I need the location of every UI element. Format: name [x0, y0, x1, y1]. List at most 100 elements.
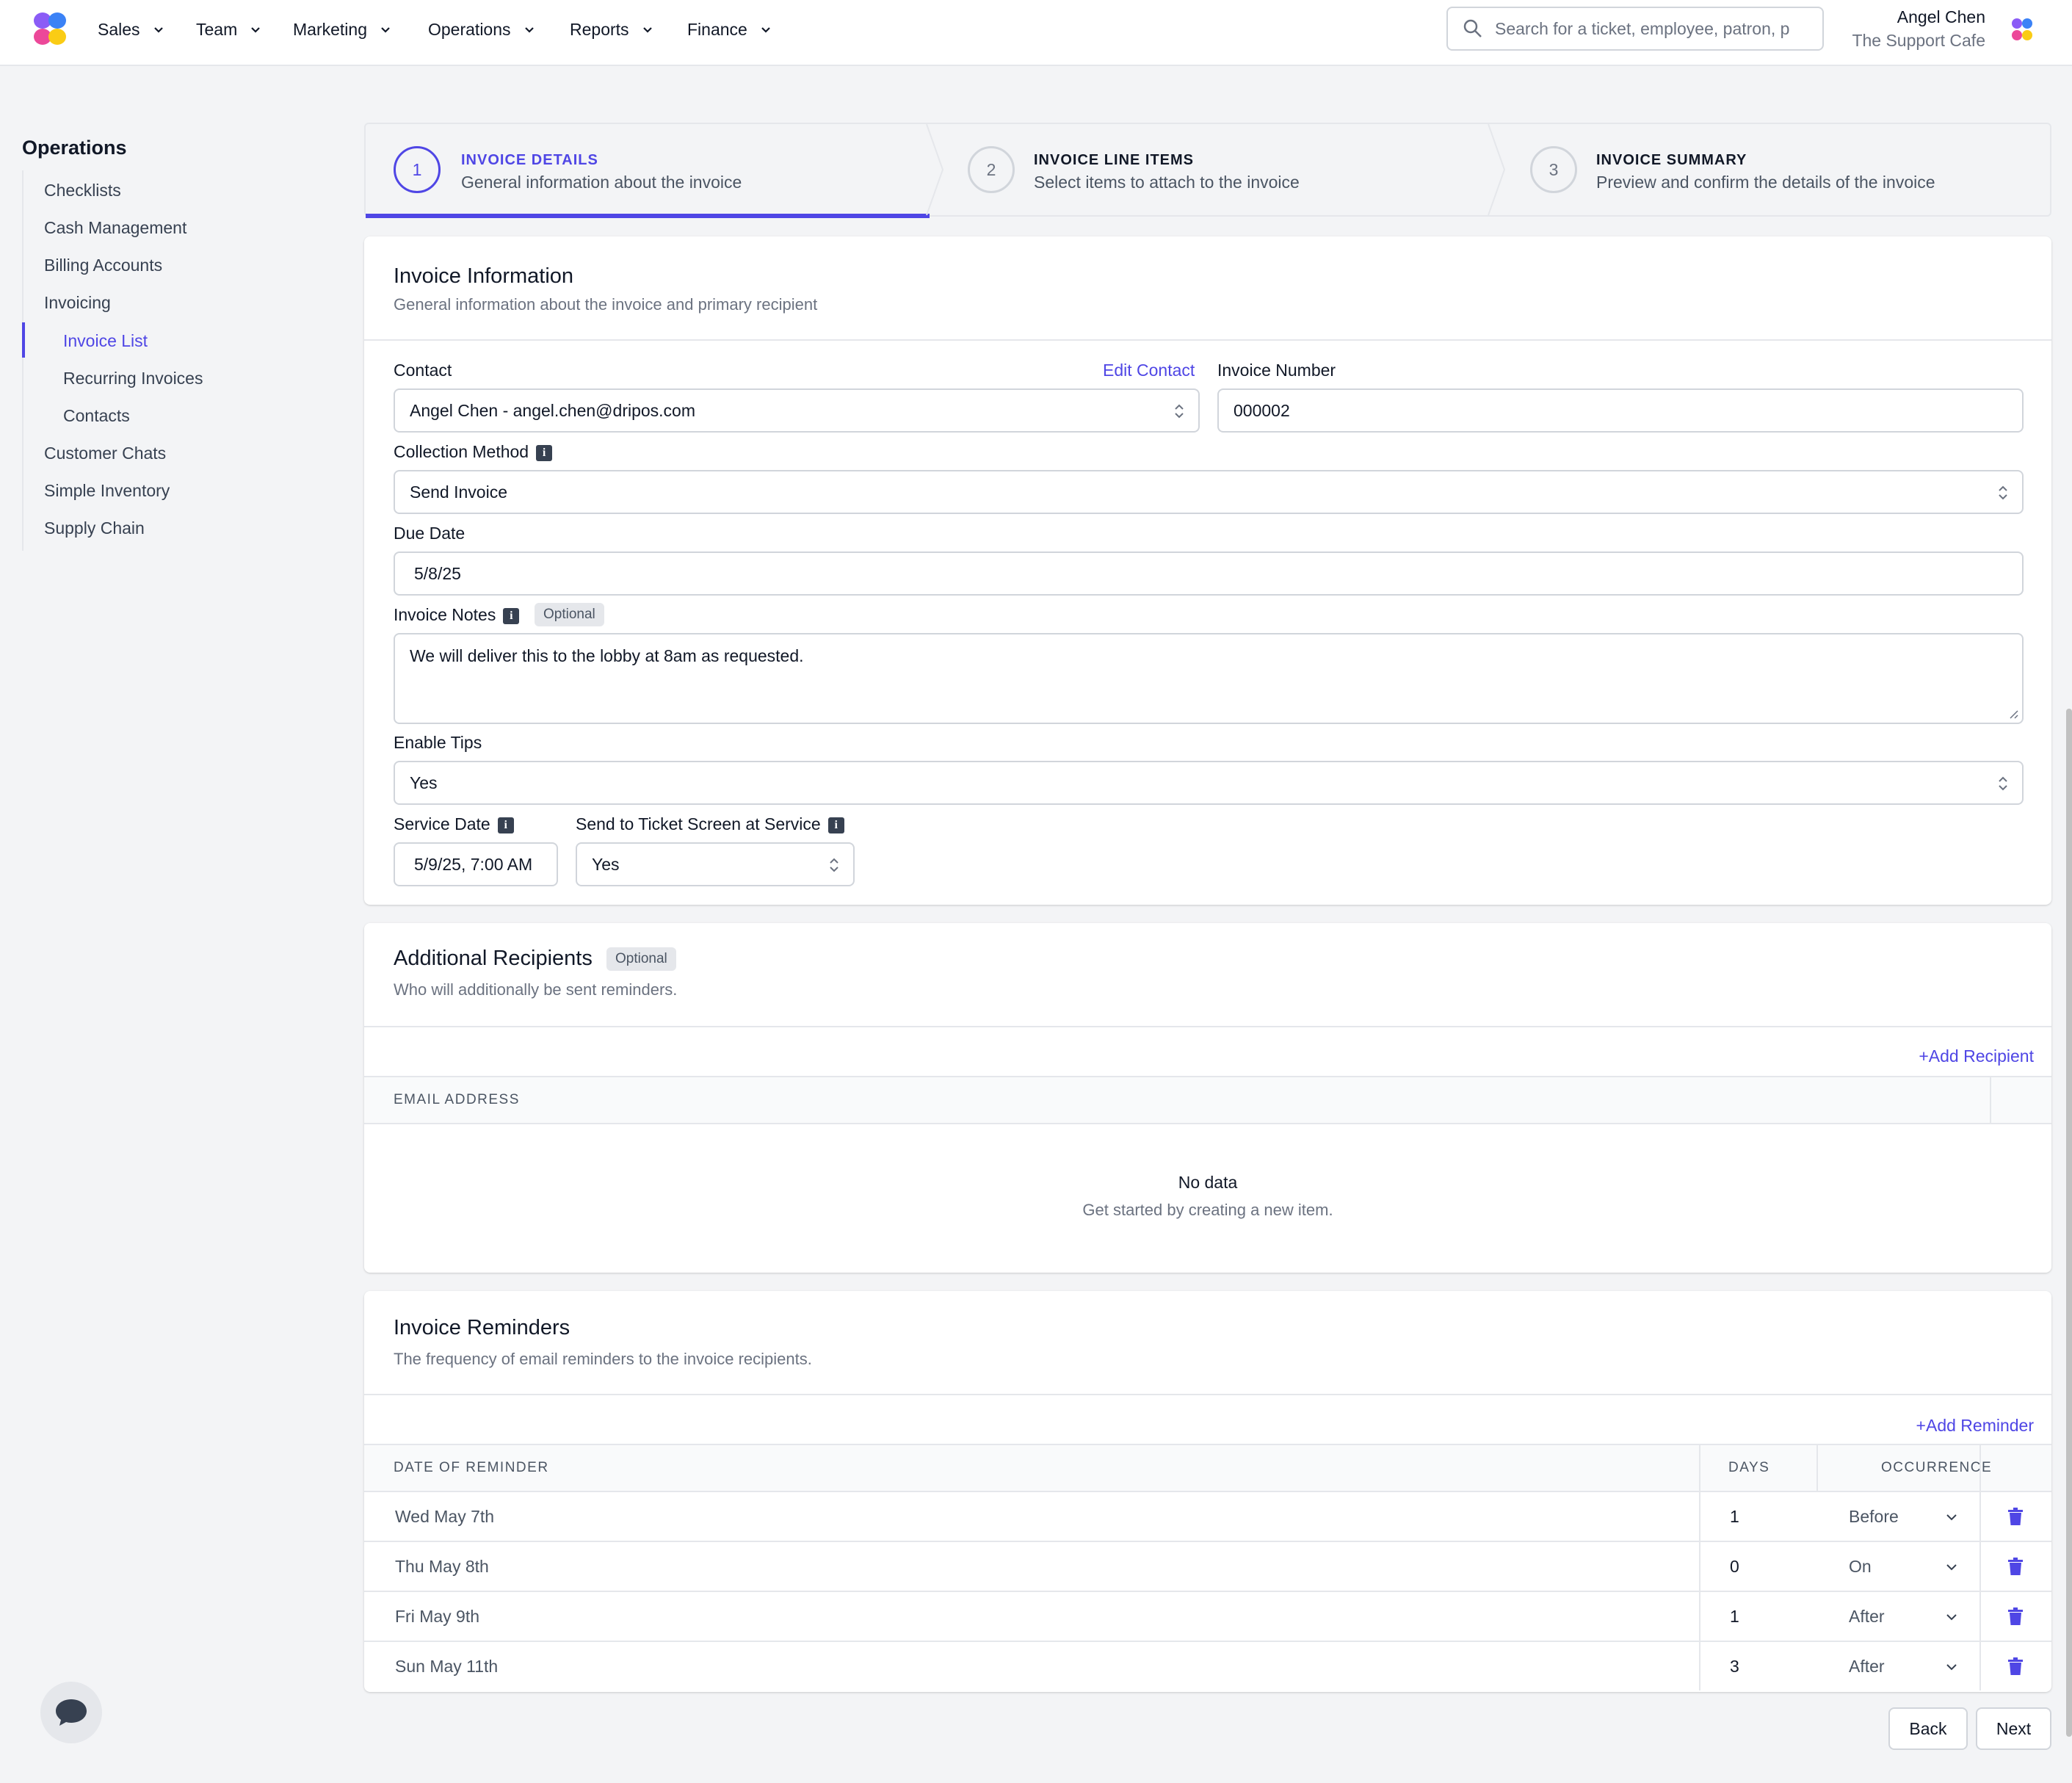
sidebar-item-recurring-invoices[interactable]: Recurring Invoices	[63, 369, 203, 388]
user-organization[interactable]: The Support Cafe	[1852, 31, 1985, 51]
invoice-notes-label-text: Invoice Notes	[394, 605, 496, 624]
service-date-value: 5/9/25, 7:00 AM	[414, 854, 533, 874]
reminder-occurrence-select[interactable]: After	[1849, 1607, 1885, 1627]
sidebar-item-invoicing[interactable]: Invoicing	[44, 293, 111, 313]
info-icon[interactable]: i	[503, 608, 520, 624]
organization-logo-icon[interactable]	[2009, 16, 2035, 43]
step-invoice-line-items[interactable]: 2 INVOICE LINE ITEMS Select items to att…	[930, 124, 1492, 215]
ticket-screen-value: Yes	[592, 854, 620, 874]
table-row: Sun May 11th 3 After	[364, 1642, 2051, 1692]
reminder-days-input[interactable]: 1	[1730, 1507, 1739, 1527]
nav-finance[interactable]: Finance	[687, 0, 772, 59]
enable-tips-value: Yes	[410, 773, 438, 792]
sidebar-item-simple-inventory[interactable]: Simple Inventory	[44, 481, 170, 501]
ticket-screen-select[interactable]: Yes	[576, 842, 855, 886]
contact-select-value: Angel Chen - angel.chen@dripos.com	[410, 400, 696, 420]
card-subtitle: The frequency of email reminders to the …	[394, 1350, 812, 1368]
step-title: INVOICE SUMMARY	[1596, 152, 1747, 168]
column-occurrence[interactable]: OCCURRENCE	[1881, 1460, 1992, 1476]
sidebar-item-checklists[interactable]: Checklists	[44, 181, 121, 200]
collection-method-label: Collection Method i	[394, 442, 553, 462]
nav-team[interactable]: Team	[196, 0, 262, 59]
back-button[interactable]: Back	[1888, 1707, 1968, 1750]
reminder-days-input[interactable]: 3	[1730, 1657, 1739, 1677]
invoice-number-label: Invoice Number	[1217, 361, 1336, 380]
contact-select[interactable]: Angel Chen - angel.chen@dripos.com	[394, 388, 1200, 433]
nav-team-label: Team	[196, 19, 238, 39]
resize-grip-icon[interactable]	[2007, 708, 2019, 720]
card-title: Additional Recipients	[394, 947, 593, 970]
table-row: Thu May 8th 0 On	[364, 1542, 2051, 1592]
collection-method-label-text: Collection Method	[394, 442, 529, 461]
edit-contact-link[interactable]: Edit Contact	[1103, 361, 1195, 380]
updown-icon	[830, 858, 838, 872]
nav-finance-label: Finance	[687, 19, 747, 39]
nav-reports-label: Reports	[570, 19, 629, 39]
reminder-days-input[interactable]: 0	[1730, 1557, 1739, 1577]
sidebar-item-invoice-list[interactable]: Invoice List	[63, 331, 148, 351]
chevron-down-icon	[761, 27, 770, 33]
sidebar-item-contacts[interactable]: Contacts	[63, 406, 130, 426]
due-date-value: 5/8/25	[414, 563, 461, 583]
column-date-of-reminder[interactable]: DATE OF REMINDER	[394, 1460, 549, 1476]
due-date-label: Due Date	[394, 524, 466, 543]
add-reminder-button[interactable]: +Add Reminder	[1916, 1416, 2034, 1436]
invoice-number-field[interactable]: 000002	[1217, 388, 2024, 433]
reminder-occurrence-select[interactable]: After	[1849, 1657, 1885, 1677]
nav-operations[interactable]: Operations	[428, 0, 536, 59]
sidebar-item-customer-chats[interactable]: Customer Chats	[44, 444, 166, 463]
chevron-down-icon	[153, 27, 163, 33]
trash-icon[interactable]	[2007, 1657, 2024, 1675]
chevron-down-icon	[1946, 1514, 1957, 1521]
step-number: 2	[968, 146, 1015, 193]
global-search[interactable]	[1446, 7, 1824, 51]
chat-launcher-button[interactable]	[40, 1682, 102, 1743]
reminder-days-input[interactable]: 1	[1730, 1607, 1739, 1627]
column-divider	[1699, 1492, 1700, 1541]
optional-badge: Optional	[606, 947, 676, 971]
nav-operations-label: Operations	[428, 19, 511, 39]
info-icon[interactable]: i	[536, 445, 553, 461]
info-icon[interactable]: i	[497, 817, 514, 833]
divider	[364, 339, 2051, 341]
invoice-notes-textarea[interactable]: We will deliver this to the lobby at 8am…	[394, 633, 2024, 724]
reminder-occurrence-select[interactable]: Before	[1849, 1507, 1899, 1527]
step-invoice-details[interactable]: 1 INVOICE DETAILS General information ab…	[366, 124, 930, 218]
info-icon[interactable]: i	[827, 817, 844, 833]
trash-icon[interactable]	[2007, 1508, 2024, 1525]
card-subtitle: Who will additionally be sent reminders.	[394, 980, 678, 999]
sidebar-item-supply-chain[interactable]: Supply Chain	[44, 518, 145, 538]
enable-tips-select[interactable]: Yes	[394, 761, 2024, 805]
nav-marketing-label: Marketing	[293, 19, 367, 39]
sidebar-menu: Checklists Cash Management Billing Accou…	[22, 170, 316, 551]
chevron-down-icon	[642, 27, 652, 33]
card-subtitle: General information about the invoice an…	[394, 295, 818, 314]
search-input[interactable]	[1495, 18, 1818, 39]
divider	[364, 1394, 2051, 1395]
step-number: 3	[1530, 146, 1577, 193]
step-invoice-summary[interactable]: 3 INVOICE SUMMARY Preview and confirm th…	[1492, 124, 2050, 215]
sidebar-item-billing-accounts[interactable]: Billing Accounts	[44, 256, 162, 275]
trash-icon[interactable]	[2007, 1558, 2024, 1575]
chevron-down-icon	[1946, 1614, 1957, 1621]
chevron-down-icon	[1946, 1564, 1957, 1571]
service-date-field[interactable]: 5/9/25, 7:00 AM	[394, 842, 558, 886]
column-email-address[interactable]: EMAIL ADDRESS	[394, 1092, 520, 1108]
collection-method-select[interactable]: Send Invoice	[394, 470, 2024, 514]
trash-icon[interactable]	[2007, 1607, 2024, 1625]
reminder-occurrence-select[interactable]: On	[1849, 1557, 1872, 1577]
sidebar-item-cash-management[interactable]: Cash Management	[44, 218, 186, 238]
add-recipient-button[interactable]: +Add Recipient	[1919, 1046, 2034, 1066]
nav-reports[interactable]: Reports	[570, 0, 654, 59]
next-button[interactable]: Next	[1976, 1707, 2051, 1750]
updown-icon	[1999, 485, 2007, 500]
column-days[interactable]: DAYS	[1728, 1460, 1769, 1476]
nav-marketing[interactable]: Marketing	[293, 0, 392, 59]
column-divider	[1699, 1445, 1700, 1491]
nav-sales[interactable]: Sales	[98, 0, 165, 59]
due-date-field[interactable]: 5/8/25	[394, 551, 2024, 596]
user-name[interactable]: Angel Chen	[1897, 7, 1985, 27]
page-scrollbar[interactable]	[2066, 709, 2072, 1737]
column-divider	[1699, 1642, 1700, 1690]
app-logo-icon[interactable]	[29, 9, 70, 50]
